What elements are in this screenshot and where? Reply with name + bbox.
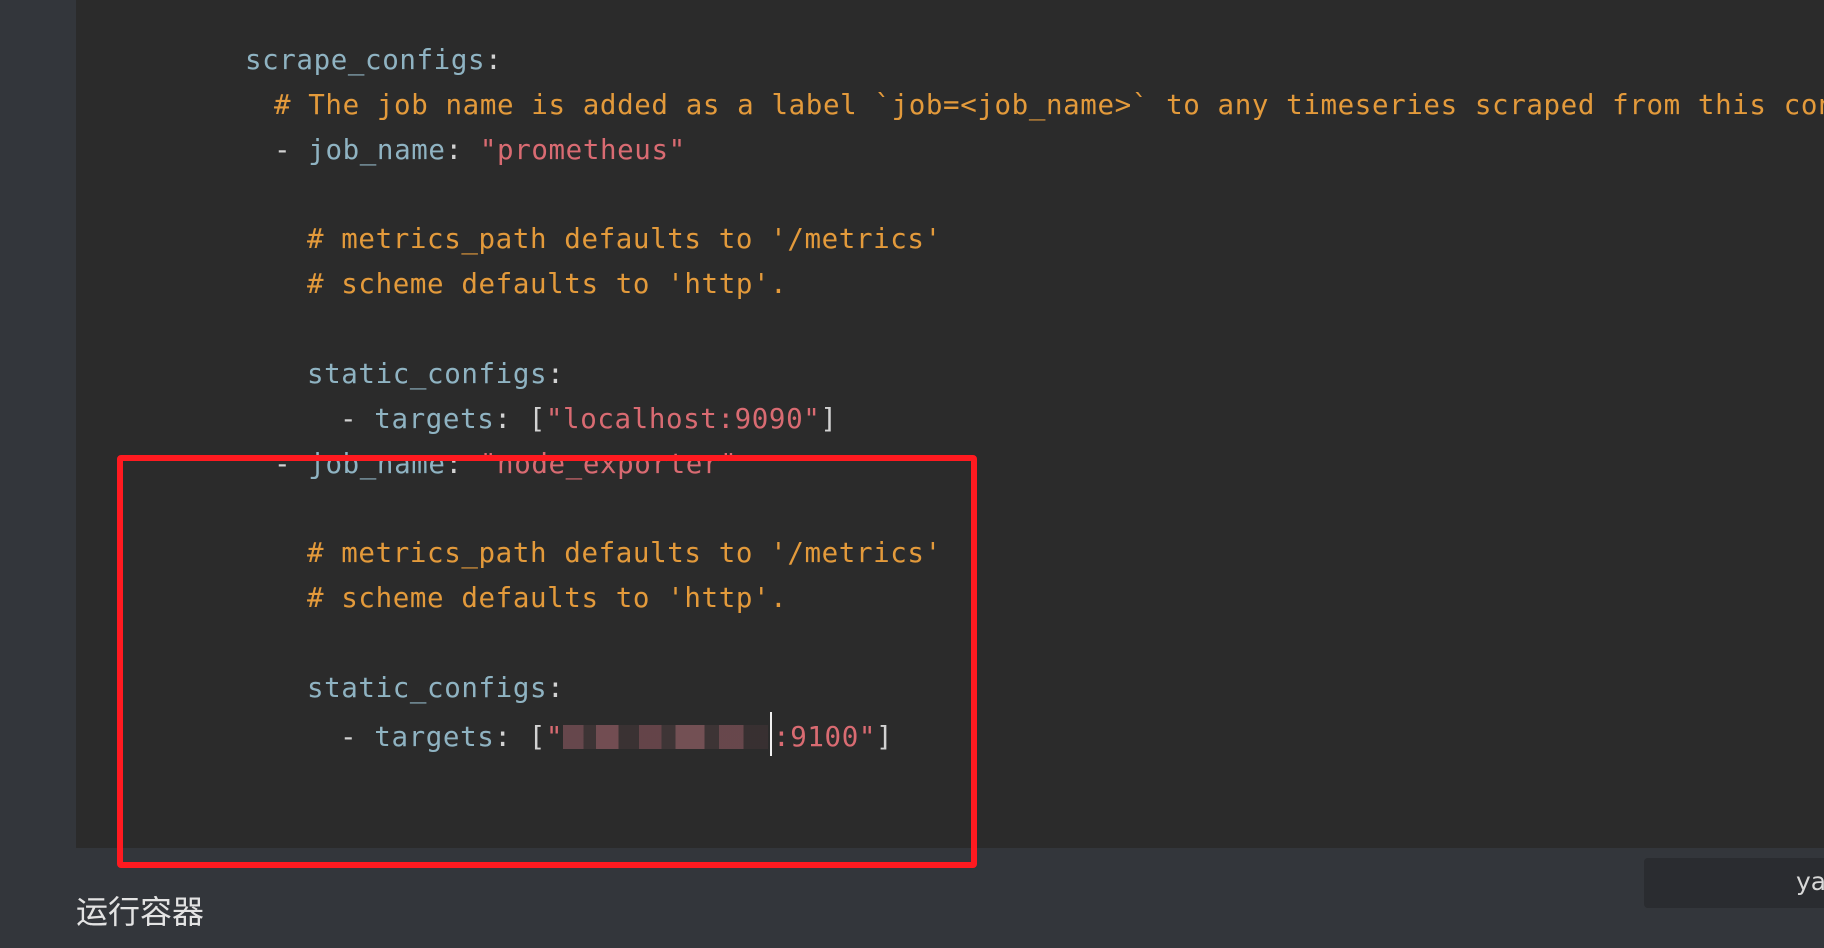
code-line: # metrics_path defaults to '/metrics' (204, 179, 942, 255)
code-line: scrape_configs: (142, 0, 502, 76)
language-label: ya (1796, 867, 1824, 896)
code-line: - job_name: "prometheus" (171, 90, 686, 166)
code-line: # scheme defaults to 'http'. (204, 224, 787, 300)
code-line: static_configs: (204, 314, 564, 390)
highlight-box (117, 455, 977, 868)
page: scrape_configs: # The job name is added … (0, 0, 1824, 948)
yaml-bracket: ] (820, 403, 838, 435)
code-line: # The job name is added as a label `job=… (171, 45, 1824, 121)
yaml-key: job_name (308, 134, 446, 166)
code-line: - targets: ["localhost:9090"] (237, 359, 838, 435)
yaml-string: "prometheus" (479, 134, 686, 166)
language-badge[interactable]: ya (1644, 858, 1824, 908)
code-line: - job_name: "node_exporter" (171, 404, 737, 480)
yaml-dash: - (273, 134, 309, 166)
yaml-colon: : (445, 134, 480, 166)
yaml-comment: # scheme defaults to 'http'. (306, 268, 788, 300)
section-title: 运行容器 (76, 893, 205, 931)
